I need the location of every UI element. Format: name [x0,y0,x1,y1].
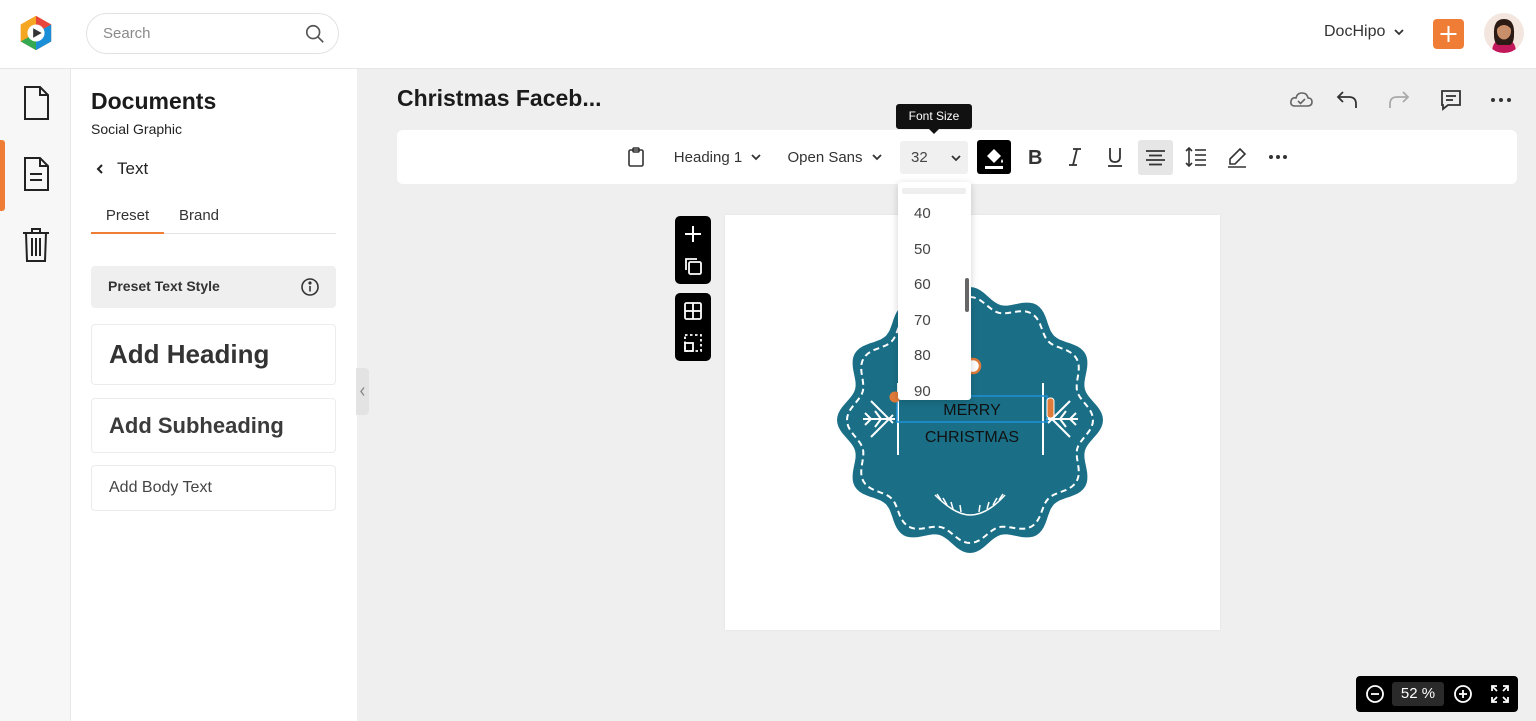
add-subheading-label: Add Subheading [109,413,284,438]
cloud-saved-icon[interactable] [1289,88,1313,112]
chevron-left-icon [360,387,365,396]
text-panel: Documents Social Graphic Text Preset Bra… [71,69,357,721]
chevron-down-icon [871,154,882,161]
canvas-tools-top [675,216,711,284]
text-document-icon[interactable] [20,156,52,192]
chevron-down-icon [751,154,761,161]
duplicate-page-icon[interactable] [682,255,704,277]
chevron-left-icon [96,164,103,174]
add-page-icon[interactable] [682,223,704,245]
underline-icon [1108,148,1122,167]
dropdown-scrollbar[interactable] [965,278,969,312]
preset-text-style-header: Preset Text Style [91,266,336,308]
font-size-option[interactable]: 80 [914,347,931,364]
badge-text-line2[interactable]: CHRISTMAS [925,429,1019,446]
italic-icon [1069,148,1081,166]
line-spacing-icon [1185,146,1206,168]
italic-button[interactable] [1063,130,1087,184]
underline-button[interactable] [1103,130,1127,184]
account-label: DocHipo [1324,23,1386,40]
panel-title: Documents [91,88,217,114]
add-body-label: Add Body Text [109,479,212,496]
text-style-label: Heading 1 [673,148,743,166]
icon-rail [0,69,71,721]
trash-icon[interactable] [20,227,52,263]
font-size-value: 32 [911,149,928,166]
more-text-options-button[interactable] [1266,130,1290,184]
zoom-in-icon[interactable] [1453,684,1473,704]
document-title[interactable]: Christmas Faceb... [397,85,602,112]
add-heading-button[interactable]: Add Heading [91,324,336,385]
design-canvas[interactable]: MERRY CHRISTMAS [725,215,1220,630]
font-size-dropdown: 40 50 60 70 80 90 [898,182,971,400]
text-color-button[interactable] [977,140,1011,174]
bold-button[interactable]: B [1023,130,1047,184]
font-size-option[interactable]: 90 [914,383,931,400]
fullscreen-icon[interactable] [1490,684,1510,704]
more-options-icon[interactable] [1489,88,1513,112]
document-icon[interactable] [20,85,52,121]
text-align-button[interactable] [1138,140,1173,175]
tab-brand[interactable]: Brand [179,207,219,232]
add-subheading-button[interactable]: Add Subheading [91,398,336,453]
text-toolbar: Heading 1 Open Sans 32 B [397,130,1517,184]
chevron-down-icon [1394,29,1404,36]
search-box [86,13,339,54]
search-icon[interactable] [304,23,326,45]
selection-handle-right[interactable] [1046,397,1055,419]
comment-icon[interactable] [1439,88,1463,112]
active-indicator [0,140,5,211]
add-heading-label: Add Heading [109,339,270,369]
canvas-tools-bottom [675,293,711,361]
collapse-panel-handle[interactable] [356,368,369,415]
clipboard-icon [628,147,644,167]
more-options-icon [1269,155,1287,159]
redo-icon[interactable] [1387,88,1411,112]
line-spacing-button[interactable] [1183,130,1209,184]
text-style-select[interactable]: Heading 1 [668,130,768,184]
grid-icon[interactable] [682,300,704,322]
clipboard-button[interactable] [623,130,649,184]
select-area-icon[interactable] [682,332,704,354]
dropdown-hidden-option [902,188,966,194]
font-family-label: Open Sans [787,148,863,166]
create-new-button[interactable] [1433,19,1464,49]
avatar[interactable] [1484,13,1524,53]
font-size-option[interactable]: 50 [914,241,931,258]
paint-bucket-icon [985,149,1003,169]
zoom-controls: 52 % [1356,676,1518,712]
back-button[interactable]: Text [95,159,148,179]
font-family-select[interactable]: Open Sans [783,130,887,184]
badge-text-line1[interactable]: MERRY [943,402,1001,419]
highlighter-icon [1228,147,1247,168]
chevron-down-icon [951,155,961,162]
top-bar: DocHipo [0,0,1536,69]
add-body-text-button[interactable]: Add Body Text [91,465,336,511]
panel-tabs: Preset Brand [91,207,336,234]
undo-icon[interactable] [1335,88,1359,112]
back-label: Text [117,159,149,178]
search-input[interactable] [103,25,303,42]
zoom-out-icon[interactable] [1365,684,1385,704]
zoom-level[interactable]: 52 % [1392,682,1444,706]
plus-icon [1440,26,1457,42]
bold-icon: B [1028,147,1042,167]
highlight-button[interactable] [1225,130,1249,184]
svg-text:B: B [1028,147,1042,167]
tab-preset[interactable]: Preset [91,207,164,234]
align-center-icon [1146,150,1165,166]
account-switcher[interactable]: DocHipo [1324,23,1405,41]
font-size-tooltip: Font Size [896,104,972,134]
font-size-option[interactable]: 60 [914,276,931,293]
font-size-select[interactable]: 32 [900,141,968,174]
dochipo-logo[interactable] [17,14,55,52]
panel-subtitle: Social Graphic [91,121,183,137]
preset-header-label: Preset Text Style [108,278,220,294]
font-size-option[interactable]: 40 [914,205,931,222]
info-icon[interactable] [300,277,320,297]
font-size-option[interactable]: 70 [914,312,931,329]
christmas-badge-graphic[interactable]: MERRY CHRISTMAS [725,215,1220,630]
